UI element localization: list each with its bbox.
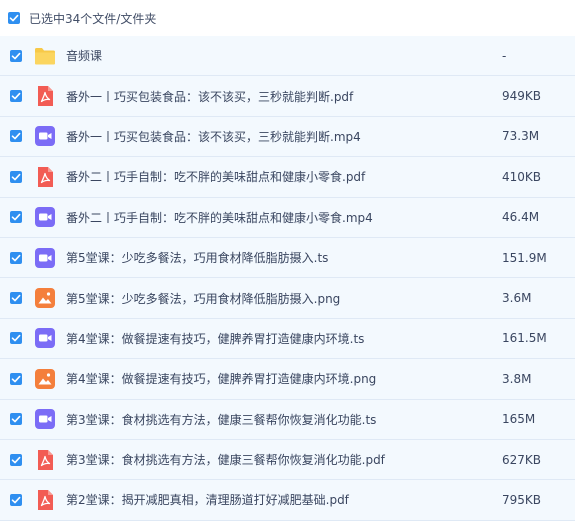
check-icon <box>11 173 21 181</box>
file-size: 795KB <box>502 492 542 507</box>
check-icon <box>9 14 19 22</box>
row-checkbox[interactable] <box>10 332 22 345</box>
file-size: 410KB <box>502 169 542 184</box>
image-icon <box>34 287 56 309</box>
file-row[interactable]: 第4堂课：做餐提速有技巧，健脾养胃打造健康内环境.ts 161.5M <box>0 318 575 360</box>
folder-icon <box>34 45 56 67</box>
file-name[interactable]: 第5堂课：少吃多餐法，巧用食材降低脂肪摄入.ts <box>66 249 328 266</box>
check-icon <box>11 496 21 504</box>
selection-header: 已选中34个文件/文件夹 <box>0 0 575 36</box>
row-checkbox[interactable] <box>10 372 22 385</box>
file-row[interactable]: 第4堂课：做餐提速有技巧，健脾养胃打造健康内环境.png 3.8M <box>0 359 575 400</box>
check-icon <box>11 456 21 463</box>
check-icon <box>11 375 21 383</box>
file-size: 151.9M <box>502 250 547 265</box>
row-checkbox[interactable] <box>10 170 22 183</box>
row-checkbox[interactable] <box>10 453 22 466</box>
file-name[interactable]: 第5堂课：少吃多餐法，巧用食材降低脂肪摄入.png <box>66 290 340 307</box>
row-checkbox[interactable] <box>10 130 22 143</box>
check-icon <box>11 52 21 60</box>
row-checkbox[interactable] <box>10 292 22 305</box>
row-checkbox[interactable] <box>10 493 22 506</box>
file-size: 627KB <box>502 452 542 467</box>
row-checkbox[interactable] <box>10 251 22 264</box>
file-row[interactable]: 第5堂课：少吃多餐法，巧用食材降低脂肪摄入.ts 151.9M <box>0 237 575 279</box>
file-name[interactable]: 番外一丨巧买包装食品：该不该买，三秒就能判断.mp4 <box>66 128 361 145</box>
pdf-icon <box>34 449 56 471</box>
file-size: 949KB <box>502 89 542 104</box>
select-all-checkbox[interactable] <box>8 12 20 24</box>
file-size: 73.3M <box>502 129 540 144</box>
check-icon <box>11 335 21 342</box>
file-list: 音频课 - 番外一丨巧买包装食品：该不该买，三秒就能判断.pdf 949KB 番外一丨巧… <box>0 36 575 522</box>
file-size: - <box>502 48 507 63</box>
file-row[interactable]: 音频课 - <box>0 36 575 77</box>
check-icon <box>11 214 21 221</box>
row-checkbox[interactable] <box>10 413 22 426</box>
check-icon <box>11 92 21 100</box>
check-icon <box>11 254 21 262</box>
row-checkbox[interactable] <box>10 90 22 103</box>
check-icon <box>11 133 21 140</box>
file-name[interactable]: 番外二丨巧手自制：吃不胖的美味甜点和健康小零食.pdf <box>66 168 365 185</box>
file-name[interactable]: 第3堂课：食材挑选有方法，健康三餐帮你恢复消化功能.ts <box>66 411 376 428</box>
file-name[interactable]: 音频课 <box>66 47 102 64</box>
file-size: 46.4M <box>502 210 540 225</box>
file-size: 3.8M <box>502 371 532 386</box>
check-icon <box>11 294 21 302</box>
video-icon <box>34 206 56 228</box>
check-icon <box>11 416 21 423</box>
video-icon <box>34 408 56 430</box>
image-icon <box>34 368 56 390</box>
file-row[interactable]: 第2堂课：揭开减肥真相，清理肠道打好减肥基础.pdf 795KB <box>0 480 575 522</box>
selection-count-text: 已选中34个文件/文件夹 <box>29 11 157 26</box>
file-name[interactable]: 第2堂课：揭开减肥真相，清理肠道打好减肥基础.pdf <box>66 491 349 508</box>
video-icon <box>34 327 56 349</box>
file-row[interactable]: 第3堂课：食材挑选有方法，健康三餐帮你恢复消化功能.pdf 627KB <box>0 439 575 481</box>
file-name[interactable]: 第4堂课：做餐提速有技巧，健脾养胃打造健康内环境.ts <box>66 330 364 347</box>
file-row[interactable]: 番外二丨巧手自制：吃不胖的美味甜点和健康小零食.pdf 410KB <box>0 157 575 198</box>
file-row[interactable]: 第5堂课：少吃多餐法，巧用食材降低脂肪摄入.png 3.6M <box>0 278 575 320</box>
pdf-icon <box>34 489 56 511</box>
row-checkbox[interactable] <box>10 49 22 62</box>
file-size: 161.5M <box>502 331 547 346</box>
file-name[interactable]: 番外二丨巧手自制：吃不胖的美味甜点和健康小零食.mp4 <box>66 209 373 226</box>
file-size: 3.6M <box>502 291 532 306</box>
file-row[interactable]: 番外二丨巧手自制：吃不胖的美味甜点和健康小零食.mp4 46.4M <box>0 197 575 239</box>
video-icon <box>34 247 56 269</box>
file-name[interactable]: 第3堂课：食材挑选有方法，健康三餐帮你恢复消化功能.pdf <box>66 451 385 468</box>
file-row[interactable]: 第3堂课：食材挑选有方法，健康三餐帮你恢复消化功能.ts 165M <box>0 399 575 441</box>
file-row[interactable]: 番外一丨巧买包装食品：该不该买，三秒就能判断.mp4 73.3M <box>0 116 575 158</box>
file-name[interactable]: 番外一丨巧买包装食品：该不该买，三秒就能判断.pdf <box>66 88 353 105</box>
file-size: 165M <box>502 412 536 427</box>
pdf-icon <box>34 166 56 188</box>
video-icon <box>34 125 56 147</box>
file-row[interactable]: 番外一丨巧买包装食品：该不该买，三秒就能判断.pdf 949KB <box>0 76 575 118</box>
pdf-icon <box>34 85 56 107</box>
file-name[interactable]: 第4堂课：做餐提速有技巧，健脾养胃打造健康内环境.png <box>66 370 376 387</box>
row-checkbox[interactable] <box>10 211 22 224</box>
